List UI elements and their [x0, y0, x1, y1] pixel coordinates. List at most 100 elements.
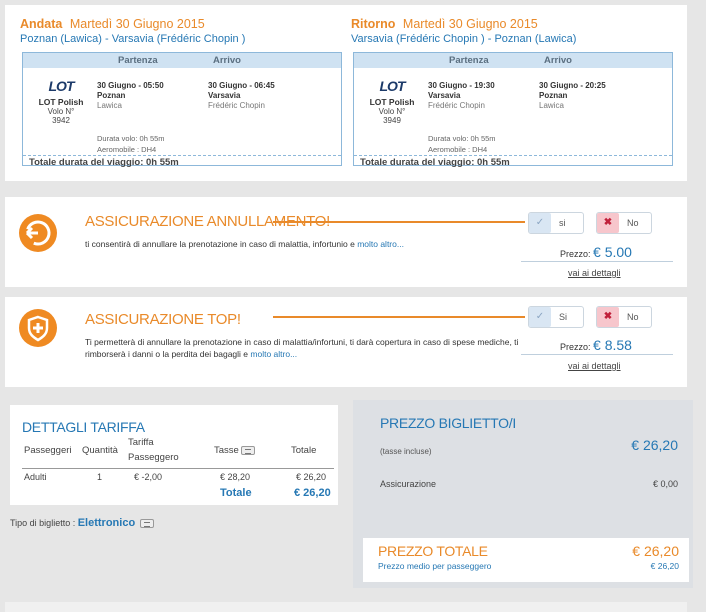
departure-airport: Frédéric Chopin — [428, 101, 485, 110]
cancellation-insurance-text: ti consentirà di annullare la prenotazio… — [85, 238, 515, 250]
price-underline — [521, 354, 673, 355]
taxes-included-note: (tasse incluse) — [380, 447, 432, 456]
airline-logo: LOT — [379, 78, 406, 94]
departure-header: Partenza — [118, 55, 158, 66]
cancellation-more-link[interactable]: molto altro... — [357, 239, 404, 249]
arrival-airport: Lawica — [539, 101, 564, 110]
outbound-flight-extra: Durata volo: 0h 55m Aeromobile : DH4 — [97, 133, 165, 155]
col-total: Totale — [291, 445, 317, 456]
top-insurance-text: Ti permetterà di annullare la prenotazio… — [85, 336, 525, 360]
departure-city: Varsavia — [428, 91, 461, 100]
departure-header: Partenza — [449, 55, 489, 66]
close-icon: ✖ — [597, 307, 619, 327]
no-label: No — [627, 218, 639, 228]
top-no-button[interactable]: ✖ No — [596, 306, 652, 328]
outbound-date: Martedì 30 Giugno 2015 — [69, 17, 205, 31]
top-yes-button[interactable]: ✓ Si — [528, 306, 584, 328]
undo-arrow-icon — [19, 214, 57, 252]
return-arrival: 30 Giugno - 20:25 Poznan Lawica — [539, 81, 606, 111]
departure-time: 30 Giugno - 19:30 — [428, 81, 495, 90]
price-underline — [521, 261, 673, 262]
arrival-header: Arrivo — [544, 55, 572, 66]
insurance-value: € 0,00 — [652, 479, 678, 489]
close-icon: ✖ — [597, 213, 619, 233]
flight-number-label: Volo N° — [378, 107, 406, 116]
outbound-route: Poznan (Lawica) - Varsavia (Frédéric Cho… — [20, 33, 246, 45]
row-fare: € -2,00 — [134, 472, 163, 482]
check-icon: ✓ — [529, 213, 551, 233]
fare-title: DETTAGLI TARIFFA — [22, 419, 145, 435]
row-total: € 26,20 — [296, 472, 327, 482]
outbound-total-duration: Totale durata del viaggio: 0h 55m — [23, 155, 341, 169]
return-date: Martedì 30 Giugno 2015 — [402, 17, 538, 31]
outbound-departure: 30 Giugno - 05:50 Poznan Lawica — [97, 81, 164, 111]
taxes-label: Tasse — [214, 445, 239, 456]
airline-name: LOT Polish — [38, 97, 84, 107]
price-label: Prezzo: — [560, 342, 591, 352]
arrival-city: Poznan — [539, 91, 568, 100]
top-description: Ti permetterà di annullare la prenotazio… — [85, 337, 519, 359]
departure-city: Poznan — [97, 91, 126, 100]
return-label: Ritorno — [351, 17, 396, 31]
flight-duration: Durata volo: 0h 55m — [97, 134, 165, 143]
flight-number-label: Volo N° — [47, 107, 75, 116]
outbound-arrival: 30 Giugno - 06:45 Varsavia Frédéric Chop… — [208, 81, 275, 111]
cancellation-details-link[interactable]: vai ai dettagli — [568, 268, 621, 278]
average-price-value: € 26,20 — [650, 561, 679, 571]
next-section-edge — [5, 602, 687, 612]
col-taxes: Tasse — [214, 443, 255, 458]
airline-info: LOT LOT Polish Volo N° 3942 — [31, 73, 91, 125]
col-quantity: Quantità — [82, 445, 118, 456]
cancellation-yes-button[interactable]: ✓ si — [528, 212, 584, 234]
outbound-flight-card: Partenza Arrivo LOT LOT Polish Volo N° 3… — [22, 52, 342, 169]
col-passenger-fare: Tariffa Passeggero — [128, 437, 179, 463]
row-passenger: Adulti — [24, 472, 47, 482]
top-details-link[interactable]: vai ai dettagli — [568, 361, 621, 371]
shield-plus-icon — [19, 309, 57, 347]
airline-logo: LOT — [48, 78, 75, 94]
flight-number: 3949 — [383, 116, 401, 125]
fare-total-label: Totale — [220, 487, 252, 499]
airline-info: LOT LOT Polish Volo N° 3949 — [362, 73, 422, 125]
ticket-type: Tipo di biglietto : Elettronico — [10, 517, 154, 529]
arrival-airport: Frédéric Chopin — [208, 101, 265, 110]
info-icon[interactable] — [139, 519, 154, 529]
total-price-value: € 26,20 — [632, 543, 679, 559]
aircraft-type: Aeromobile : DH4 — [97, 145, 157, 154]
yes-label: si — [559, 218, 566, 228]
price-value: € 8.58 — [593, 337, 632, 353]
ticket-type-value: Elettronico — [77, 517, 136, 529]
departure-airport: Lawica — [97, 101, 122, 110]
insurance-label: Assicurazione — [380, 479, 437, 489]
ticket-type-label: Tipo di biglietto : — [10, 518, 76, 528]
fare-total-value: € 26,20 — [294, 487, 331, 499]
total-price-title: PREZZO TOTALE — [378, 543, 488, 559]
fare-details-panel: DETTAGLI TARIFFA Passeggeri Quantità Tar… — [5, 400, 338, 588]
top-more-link[interactable]: molto altro... — [250, 349, 297, 359]
return-route: Varsavia (Frédéric Chopin ) - Poznan (La… — [351, 33, 577, 45]
outbound-table-header: Partenza Arrivo — [23, 53, 341, 68]
aircraft-type: Aeromobile : DH4 — [428, 145, 488, 154]
title-divider — [273, 221, 525, 223]
cancellation-no-button[interactable]: ✖ No — [596, 212, 652, 234]
return-header: Ritorno Martedì 30 Giugno 2015 — [351, 17, 538, 31]
flight-number: 3942 — [52, 116, 70, 125]
row-quantity: 1 — [97, 472, 103, 482]
row-tax: € 28,20 — [220, 472, 251, 482]
price-summary-panel: PREZZO BIGLIETTO/I (tasse incluse) € 26,… — [353, 400, 693, 588]
return-flight-extra: Durata volo: 0h 55m Aeromobile : DH4 — [428, 133, 496, 155]
yes-label: Si — [559, 312, 568, 322]
cancellation-insurance-panel: ASSICURAZIONE ANNULLAMENTO! ti consentir… — [5, 197, 687, 287]
total-price-box: PREZZO TOTALE € 26,20 Prezzo medio per p… — [363, 538, 689, 582]
cancellation-description: ti consentirà di annullare la prenotazio… — [85, 239, 355, 249]
col-passengers: Passeggeri — [24, 445, 72, 456]
check-icon: ✓ — [529, 307, 551, 327]
title-divider — [273, 316, 525, 318]
return-departure: 30 Giugno - 19:30 Varsavia Frédéric Chop… — [428, 81, 495, 111]
ticket-price-title: PREZZO BIGLIETTO/I — [380, 415, 516, 431]
arrival-city: Varsavia — [208, 91, 241, 100]
info-icon[interactable] — [240, 445, 255, 455]
departure-time: 30 Giugno - 05:50 — [97, 81, 164, 90]
airline-name: LOT Polish — [369, 97, 415, 107]
ticket-price-value: € 26,20 — [631, 437, 678, 453]
